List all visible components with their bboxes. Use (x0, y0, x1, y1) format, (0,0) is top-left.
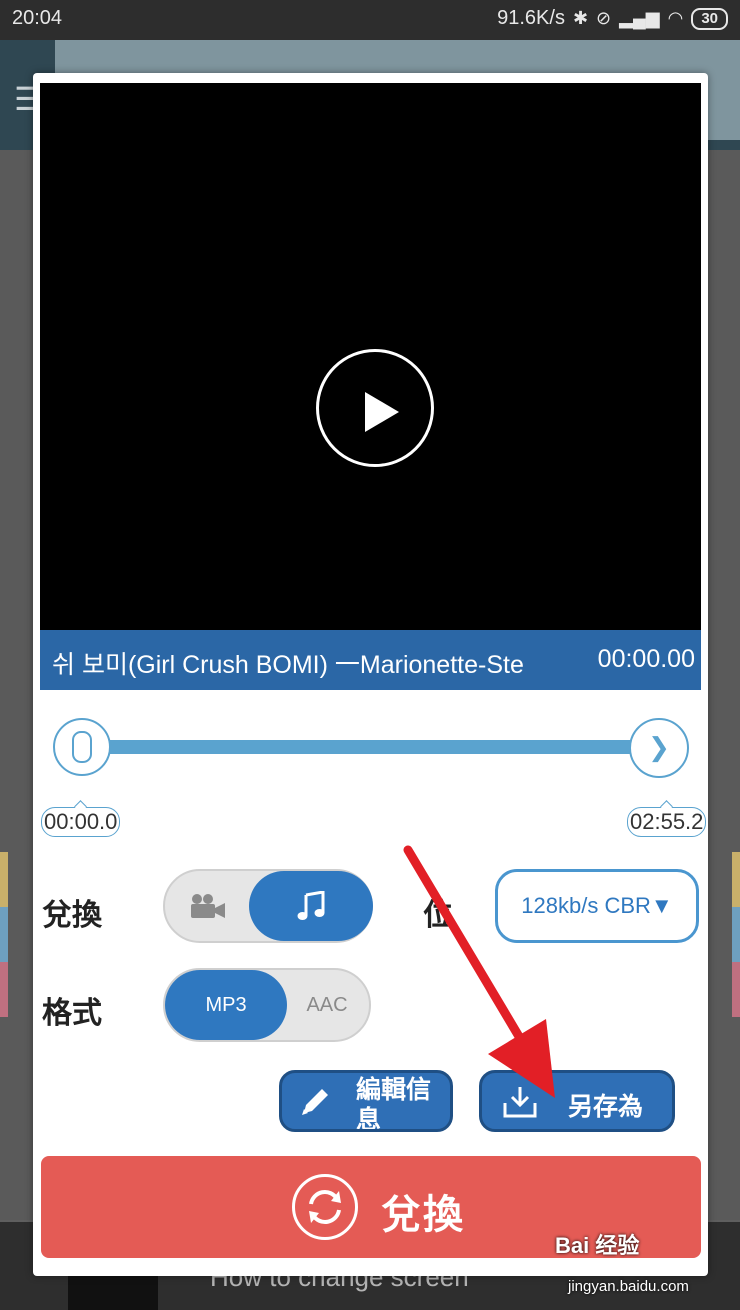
baidu-watermark-url: jingyan.baidu.com (568, 1278, 689, 1295)
background-thumbnail (68, 1275, 158, 1310)
video-preview[interactable] (40, 83, 701, 630)
status-time: 20:04 (12, 7, 63, 29)
save-as-button[interactable]: 另存為 (479, 1070, 675, 1132)
trim-end-handle[interactable]: ❯ (629, 718, 689, 778)
background-stripe (732, 852, 740, 907)
music-note-icon (297, 891, 325, 920)
save-as-label: 另存為 (568, 1093, 644, 1121)
baidu-watermark: Bai 经验 (555, 1233, 640, 1258)
media-title-bar: 쉬 보미(Girl Crush BOMI) 一Marionette-Ste 00… (40, 630, 701, 690)
network-speed: 91.6K/s (497, 7, 565, 29)
format-aac-option[interactable]: AAC (283, 970, 371, 1040)
trim-start-handle[interactable] (53, 718, 111, 776)
wifi-icon: ◠ (667, 8, 684, 28)
edit-info-label: 編輯信息 (356, 1076, 432, 1132)
trim-start-time: 00:00.0 (41, 807, 121, 837)
background-stripe (0, 962, 8, 1017)
status-icons: 91.6K/s ✱ ⊘ ▂▄▆ ◠ 30 (497, 7, 728, 30)
media-type-toggle[interactable] (163, 869, 373, 943)
background-stripe (732, 907, 740, 962)
media-title: 쉬 보미(Girl Crush BOMI) 一Marionette-Ste (52, 651, 524, 679)
convert-button-label: 兌換 (381, 1193, 465, 1237)
bitrate-label: 位 (423, 899, 453, 932)
download-icon (503, 1087, 537, 1118)
background-stripe (732, 962, 740, 1017)
bluetooth-icon: ✱ (572, 8, 589, 28)
background-stripe (0, 852, 8, 907)
format-toggle[interactable]: MP3 AAC (163, 968, 371, 1042)
refresh-icon (292, 1174, 358, 1240)
grip-icon (72, 731, 92, 763)
bitrate-select[interactable]: 128kb/s CBR▼ (495, 869, 699, 943)
mute-icon: ⊘ (596, 8, 612, 28)
play-button[interactable] (316, 349, 434, 467)
audio-mode-option[interactable] (249, 871, 373, 941)
format-mp3-option[interactable]: MP3 (165, 970, 287, 1040)
video-mode-option[interactable] (165, 871, 251, 941)
edit-info-button[interactable]: 編輯信息 (279, 1070, 453, 1132)
current-time: 00:00.00 (597, 645, 695, 673)
chevron-right-icon: ❯ (648, 732, 670, 762)
convert-dialog: 쉬 보미(Girl Crush BOMI) 一Marionette-Ste 00… (33, 73, 708, 1276)
video-camera-icon (191, 894, 225, 918)
pencil-icon (302, 1089, 328, 1115)
battery-icon: 30 (691, 7, 728, 30)
background-stripe (0, 907, 8, 962)
trim-range-track[interactable] (78, 740, 678, 754)
play-icon (365, 392, 399, 432)
trim-end-time: 02:55.2 (627, 807, 707, 837)
format-label: 格式 (42, 997, 102, 1030)
status-bar: 20:04 91.6K/s ✱ ⊘ ▂▄▆ ◠ 30 (0, 0, 740, 40)
convert-type-label: 兌換 (42, 899, 102, 932)
signal-icon: ▂▄▆ (619, 8, 660, 28)
